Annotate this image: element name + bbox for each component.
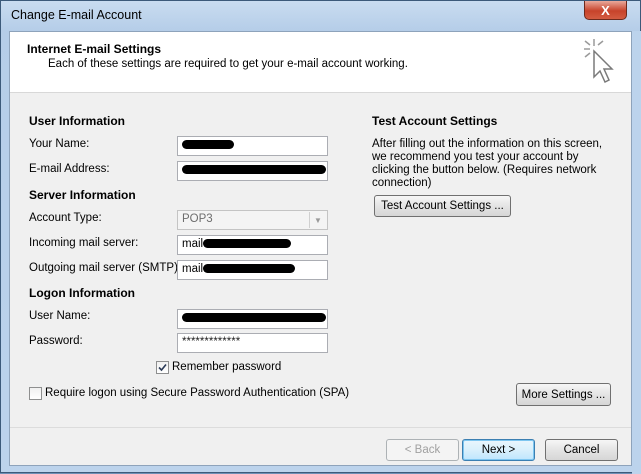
header-band: Internet E-mail Settings Each of these s… [10, 32, 631, 93]
header-title: Internet E-mail Settings [27, 42, 162, 56]
more-settings-button[interactable]: More Settings ... [516, 383, 611, 406]
redacted-value [203, 239, 292, 249]
server-info-title: Server Information [29, 188, 136, 202]
window-title: Change E-mail Account [11, 8, 142, 22]
incoming-server-label: Incoming mail server: [29, 237, 139, 249]
user-info-title: User Information [29, 114, 126, 128]
user-name-label: User Name: [29, 310, 91, 322]
redacted-value [182, 140, 234, 150]
outgoing-server-label: Outgoing mail server (SMTP): [29, 262, 182, 274]
spa-checkbox[interactable] [29, 387, 42, 400]
close-icon: X [601, 2, 610, 18]
checkmark-icon [158, 363, 167, 372]
test-account-settings-button[interactable]: Test Account Settings ... [374, 195, 511, 217]
incoming-server-field[interactable]: mail [177, 235, 328, 255]
remember-password-checkbox[interactable] [156, 361, 169, 374]
your-name-field[interactable] [177, 136, 328, 156]
account-type-label: Account Type: [29, 212, 102, 224]
outgoing-server-field[interactable]: mail [177, 260, 328, 280]
your-name-label: Your Name: [29, 138, 90, 150]
user-name-field[interactable] [177, 309, 328, 329]
email-address-label: E-mail Address: [29, 163, 110, 175]
dialog-window: Change E-mail Account X Internet E-mail … [0, 0, 641, 474]
cursor-sparkle-icon [584, 39, 614, 84]
account-type-select: POP3 ▼ [177, 210, 328, 230]
email-address-field[interactable] [177, 161, 328, 181]
chevron-down-icon: ▼ [309, 212, 326, 228]
outgoing-server-prefix: mail [182, 263, 204, 275]
incoming-server-prefix: mail [182, 238, 204, 250]
title-bar[interactable]: Change E-mail Account X [1, 1, 640, 31]
account-type-value: POP3 [182, 213, 213, 225]
window-edge [632, 31, 641, 474]
back-button[interactable]: < Back [386, 439, 459, 461]
redacted-value [203, 264, 296, 274]
header-subtitle: Each of these settings are required to g… [48, 58, 408, 70]
password-field[interactable]: ************* [177, 333, 328, 353]
remember-password-label[interactable]: Remember password [172, 361, 281, 373]
test-settings-title: Test Account Settings [372, 114, 498, 128]
test-settings-description: After filling out the information on thi… [372, 138, 603, 189]
redacted-value [182, 313, 326, 323]
logon-info-title: Logon Information [29, 286, 135, 300]
close-button[interactable]: X [584, 1, 627, 20]
next-button[interactable]: Next > [462, 439, 535, 461]
password-label: Password: [29, 335, 83, 347]
cancel-button[interactable]: Cancel [545, 439, 618, 461]
footer-divider [10, 427, 631, 428]
redacted-value [182, 165, 326, 175]
spa-label[interactable]: Require logon using Secure Password Auth… [45, 387, 349, 399]
dialog-client-area: Internet E-mail Settings Each of these s… [9, 31, 632, 466]
